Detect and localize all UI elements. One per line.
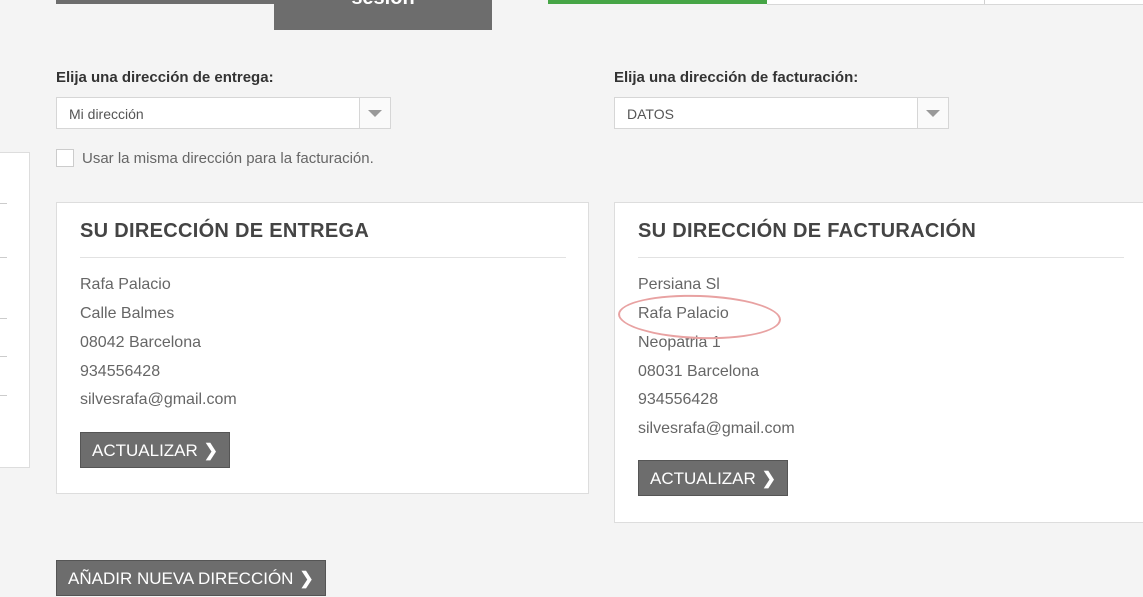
delivery-line: Rafa Palacio [80, 276, 171, 293]
chevron-down-icon[interactable] [917, 98, 948, 128]
checkout-steps [56, 0, 1143, 5]
divider [638, 257, 1124, 258]
same-address-checkbox[interactable] [56, 149, 74, 167]
divider [80, 257, 566, 258]
update-delivery-button[interactable]: ACTUALIZAR ❯ [80, 432, 231, 468]
same-address-label[interactable]: Usar la misma dirección para la facturac… [82, 150, 374, 167]
delivery-select-value: Mi dirección [69, 106, 144, 122]
billing-select-label: Elija una dirección de facturación: [614, 69, 859, 86]
update-delivery-label: ACTUALIZAR [92, 441, 198, 460]
delivery-card-title: SU DIRECCIÓN DE ENTREGA [80, 220, 370, 242]
add-address-button[interactable]: AÑADIR NUEVA DIRECCIÓN ❯ [56, 560, 326, 596]
step-divider [984, 0, 985, 4]
delivery-line: Calle Balmes [80, 305, 175, 322]
side-panel-divider [0, 318, 7, 319]
delivery-address-select[interactable]: Mi dirección [56, 97, 391, 129]
side-panel-divider [0, 395, 7, 396]
add-address-label: AÑADIR NUEVA DIRECCIÓN [68, 569, 294, 588]
step-tab-login[interactable]: sesión [274, 0, 492, 30]
chevron-right-icon: ❯ [203, 441, 219, 460]
side-panel-divider [0, 203, 7, 204]
billing-card-title: SU DIRECCIÓN DE FACTURACIÓN [638, 220, 977, 242]
delivery-line: 08042 Barcelona [80, 334, 201, 351]
chevron-down-icon[interactable] [359, 98, 390, 128]
update-billing-button[interactable]: ACTUALIZAR ❯ [638, 460, 789, 496]
chevron-right-icon: ❯ [761, 469, 777, 488]
step-indicator-pending [767, 0, 1143, 5]
side-panel-divider [0, 257, 7, 258]
delivery-address-card: SU DIRECCIÓN DE ENTREGA Rafa Palacio Cal… [56, 202, 589, 494]
side-panel-divider [0, 356, 7, 357]
step-tab-label: sesión [351, 0, 414, 9]
billing-line: Persiana Sl [638, 276, 720, 293]
billing-address-card: SU DIRECCIÓN DE FACTURACIÓN Persiana Sl … [614, 202, 1143, 523]
step-indicator-done [56, 0, 274, 4]
billing-address-select[interactable]: DATOS [614, 97, 949, 129]
delivery-line: 934556428 [80, 363, 161, 380]
billing-select-value: DATOS [627, 106, 674, 122]
billing-line: silvesrafa@gmail.com [638, 420, 795, 437]
side-panel [0, 152, 30, 468]
update-billing-label: ACTUALIZAR [650, 469, 756, 488]
chevron-right-icon: ❯ [299, 569, 314, 588]
step-indicator-current [548, 0, 767, 4]
delivery-line: silvesrafa@gmail.com [80, 391, 237, 408]
billing-line: 934556428 [638, 391, 719, 408]
delivery-select-label: Elija una dirección de entrega: [56, 69, 274, 86]
billing-line: 08031 Barcelona [638, 363, 759, 380]
